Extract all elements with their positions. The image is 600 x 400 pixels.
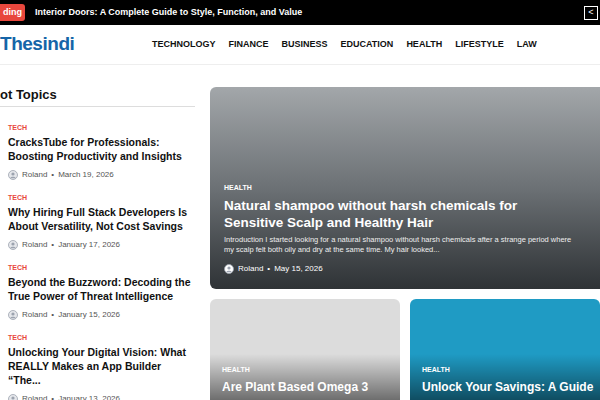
topic-item: TECH Unlocking Your Digital Vision: What …	[8, 333, 195, 400]
avatar-icon	[8, 240, 18, 250]
post-meta: Roland • May 15, 2026	[224, 263, 586, 275]
nav-item[interactable]: FINANCE	[229, 38, 269, 52]
meta-separator: •	[51, 309, 54, 321]
post-card[interactable]: HEALTH Are Plant Based Omega 3	[210, 299, 400, 400]
category-tag[interactable]: TECH	[8, 193, 195, 202]
avatar-icon	[8, 394, 18, 400]
category-tag[interactable]: HEALTH	[422, 365, 588, 376]
nav-item[interactable]: EDUCATION	[341, 38, 394, 52]
meta-separator: •	[51, 393, 54, 400]
topic-title[interactable]: Beyond the Buzzword: Decoding the True P…	[8, 275, 195, 303]
topic-item: TECH CracksTube for Professionals: Boosti…	[8, 123, 195, 182]
category-tag[interactable]: HEALTH	[224, 183, 586, 194]
post-date: January 17, 2026	[58, 239, 120, 251]
card-row: HEALTH Are Plant Based Omega 3 HEALTH Unloc…	[210, 299, 600, 400]
nav-item[interactable]: HEALTH	[406, 38, 442, 52]
post-date: May 15, 2026	[274, 263, 322, 275]
post-date: March 19, 2026	[58, 169, 114, 181]
meta-separator: •	[267, 263, 270, 275]
featured-title[interactable]: Natural shampoo without harsh chemicals …	[224, 197, 586, 231]
post-meta: Roland • January 17, 2026	[8, 239, 195, 251]
content: ot Topics TECH CracksTube for Professional…	[0, 65, 600, 400]
post-date: January 13, 2026	[58, 393, 120, 400]
hot-topics: ot Topics TECH CracksTube for Professional…	[0, 87, 195, 400]
post-meta: Roland • March 19, 2026	[8, 169, 195, 181]
nav-item[interactable]: LAW	[517, 38, 537, 52]
nav-bar: ThesindiTECHNOLOGY FINANCE BUSINESS EDUCATI…	[0, 25, 600, 65]
author-name[interactable]: Roland	[22, 393, 47, 400]
main-nav: TECHNOLOGY FINANCE BUSINESS EDUCATION HEALTH…	[152, 38, 537, 52]
topic-item: TECH Beyond the Buzzword: Decoding the Tr…	[8, 263, 195, 322]
nav-item[interactable]: LIFESTYLE	[455, 38, 504, 52]
topic-item: TECH Why Hiring Full Stack Developers Is …	[8, 193, 195, 252]
page: ding Interior Doors: A Complete Guide to …	[0, 0, 600, 400]
featured-area: HEALTH Natural shampoo without harsh chem…	[210, 87, 600, 400]
card-title[interactable]: Unlock Your Savings: A Guide	[422, 380, 588, 395]
topic-title[interactable]: Unlocking Your Digital Vision: What REAL…	[8, 345, 195, 387]
featured-card[interactable]: HEALTH Natural shampoo without harsh chem…	[210, 87, 600, 289]
category-tag[interactable]: HEALTH	[222, 365, 388, 376]
ticker-headline[interactable]: Interior Doors: A Complete Guide to Styl…	[35, 6, 584, 20]
trending-label: ding	[0, 4, 25, 22]
nav-item[interactable]: TECHNOLOGY	[152, 38, 216, 52]
ticker-prev-button[interactable]: <	[584, 6, 598, 20]
post-meta: Roland • January 15, 2026	[8, 309, 195, 321]
post-meta: Roland • January 13, 2026	[8, 393, 195, 400]
topic-list: TECH CracksTube for Professionals: Boosti…	[0, 107, 195, 400]
category-tag[interactable]: TECH	[8, 123, 195, 132]
nav-item[interactable]: BUSINESS	[282, 38, 328, 52]
avatar-icon	[8, 170, 18, 180]
post-date: January 15, 2026	[58, 309, 120, 321]
hot-topics-header: ot Topics	[0, 87, 195, 107]
site-logo[interactable]: Thesindi	[0, 30, 152, 59]
featured-excerpt: Introduction I started looking for a nat…	[224, 235, 586, 255]
ticker-bar: ding Interior Doors: A Complete Guide to …	[0, 0, 600, 25]
category-tag[interactable]: TECH	[8, 333, 195, 342]
author-name[interactable]: Roland	[22, 309, 47, 321]
meta-separator: •	[51, 169, 54, 181]
card-title[interactable]: Are Plant Based Omega 3	[222, 380, 388, 395]
author-name[interactable]: Roland	[22, 169, 47, 181]
hot-topics-title: ot Topics	[0, 87, 195, 103]
topic-title[interactable]: Why Hiring Full Stack Developers Is Abou…	[8, 205, 195, 233]
author-name[interactable]: Roland	[238, 263, 263, 275]
category-tag[interactable]: TECH	[8, 263, 195, 272]
meta-separator: •	[51, 239, 54, 251]
avatar-icon	[8, 310, 18, 320]
avatar-icon	[224, 264, 234, 274]
post-card[interactable]: HEALTH Unlock Your Savings: A Guide	[410, 299, 600, 400]
author-name[interactable]: Roland	[22, 239, 47, 251]
topic-title[interactable]: CracksTube for Professionals: Boosting P…	[8, 135, 195, 163]
